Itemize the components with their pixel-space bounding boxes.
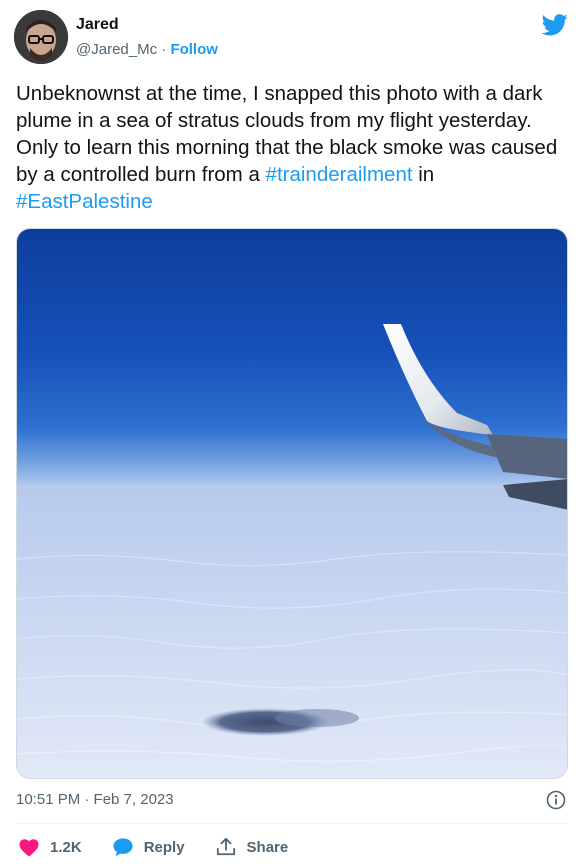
action-bar: 1.2K Reply Share <box>18 834 318 860</box>
display-name[interactable]: Jared <box>76 16 119 34</box>
handle-row: @Jared_Mc · Follow <box>76 41 218 58</box>
reply-button[interactable]: Reply <box>112 837 185 857</box>
tweet-photo[interactable] <box>16 228 568 779</box>
tweet-text: Unbeknownst at the time, I snapped this … <box>16 80 568 215</box>
like-button[interactable]: 1.2K <box>18 837 82 857</box>
like-count: 1.2K <box>50 838 82 856</box>
divider <box>16 823 568 824</box>
info-icon[interactable] <box>546 790 566 810</box>
share-label: Share <box>246 838 289 856</box>
follow-button[interactable]: Follow <box>170 41 218 58</box>
airplane-window-photo <box>17 229 567 778</box>
tweet-timestamp[interactable]: 10:51 PM · Feb 7, 2023 <box>16 791 174 808</box>
twitter-bird-icon[interactable] <box>542 14 568 36</box>
avatar[interactable] <box>14 10 68 64</box>
share-button[interactable]: Share <box>215 837 289 857</box>
tweet-header: Jared @Jared_Mc · Follow <box>14 10 570 66</box>
hashtag-trainderailment[interactable]: #trainderailment <box>266 163 413 186</box>
share-upload-icon <box>216 837 235 856</box>
tweet-text-part-2: in <box>412 163 435 186</box>
reply-label: Reply <box>143 838 185 856</box>
heart-icon <box>19 839 39 857</box>
separator-dot: · <box>161 41 167 58</box>
speech-bubble-icon <box>113 838 133 857</box>
hashtag-eastpalestine[interactable]: #EastPalestine <box>16 190 153 213</box>
tweet-card: Jared @Jared_Mc · Follow Unbeknownst at … <box>0 0 584 866</box>
user-handle[interactable]: @Jared_Mc <box>76 41 157 58</box>
